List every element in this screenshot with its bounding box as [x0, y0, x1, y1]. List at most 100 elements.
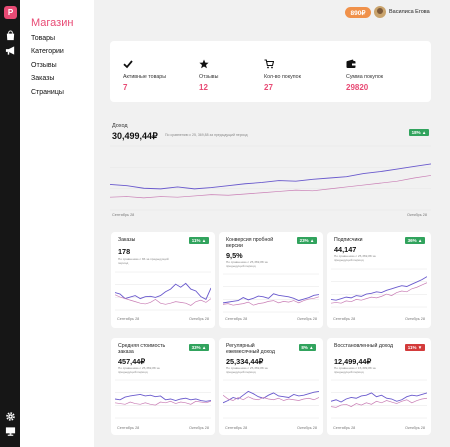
- bag-icon[interactable]: [5, 30, 16, 41]
- revenue-value: 30,499,44₽: [112, 131, 158, 141]
- card-comparison: По сравнению с 86 за предыдущий период: [118, 257, 169, 265]
- checkmark-icon: [123, 60, 133, 69]
- card-value: 44,147: [334, 245, 357, 254]
- revenue-growth-badge: 18% ▲: [409, 129, 429, 136]
- revenue-chart: Доход 30,499,44₽ По сравнению с 25, 369,…: [110, 122, 431, 222]
- card-value: 9,5%: [226, 251, 243, 260]
- card-title: Средняя стоимость заказа: [118, 343, 166, 355]
- stat-label: Сумма покупок: [346, 74, 384, 80]
- series-line-current: [223, 391, 319, 402]
- stat-value: 27: [264, 83, 273, 92]
- stat-label: Отзывы: [199, 74, 219, 80]
- card-average-order: Средняя стоимость заказа 457,44₽ По срав…: [111, 338, 215, 435]
- card-title: Заказы: [118, 237, 136, 243]
- revenue-line-chart: [110, 145, 431, 211]
- series-line-current: [110, 164, 431, 189]
- card-title: Регулярный ежемесячный доход: [226, 343, 275, 355]
- icon-rail: P: [0, 0, 20, 447]
- stat-purchase-count: Кол-во покупок 27: [264, 59, 324, 92]
- gear-icon[interactable]: [5, 411, 16, 422]
- series-line-previous: [115, 401, 211, 405]
- stat-value: 7: [123, 83, 128, 92]
- stat-value: 29820: [346, 83, 369, 92]
- revenue-label: Доход: [112, 123, 128, 129]
- sidebar-item-reviews[interactable]: Отзывы: [31, 62, 64, 69]
- stat-purchase-sum: Сумма покупок 29820: [346, 59, 406, 92]
- store-title: Магазин: [31, 17, 74, 29]
- x-tick-end: Октябрь 28: [189, 317, 209, 321]
- card-growth-badge: 23% ▲: [297, 237, 317, 244]
- series-line-current: [331, 393, 427, 402]
- card-value: 457,44₽: [118, 357, 145, 366]
- monitor-icon[interactable]: [5, 426, 16, 437]
- card-growth-badge: 33% ▲: [189, 344, 209, 351]
- x-tick-end: Октябрь 28: [407, 213, 427, 217]
- card-value: 25,334,44₽: [226, 357, 264, 366]
- wallet-icon: [346, 59, 356, 68]
- x-tick-start: Сентябрь 28: [117, 426, 140, 430]
- x-tick-end: Октябрь 28: [297, 317, 317, 321]
- star-icon: [199, 59, 209, 69]
- series-line-previous: [331, 283, 427, 304]
- app-logo[interactable]: P: [4, 6, 17, 19]
- card-orders: Заказы 178 По сравнению с 86 за предыдущ…: [111, 232, 215, 328]
- card-comparison: По сравнению с 15,309,88 за предыдущий п…: [334, 366, 376, 374]
- card-growth-badge: 36% ▲: [405, 237, 425, 244]
- card-value: 178: [118, 247, 131, 256]
- x-tick-start: Сентябрь 28: [225, 317, 248, 321]
- x-tick-start: Сентябрь 28: [117, 317, 140, 321]
- series-line-previous: [115, 295, 211, 306]
- stat-reviews: Отзывы 12: [199, 59, 259, 92]
- cart-icon: [264, 59, 274, 69]
- series-line-current: [115, 394, 211, 401]
- x-tick-start: Сентябрь 28: [112, 213, 135, 217]
- card-recurring-revenue: Регулярный ежемесячный доход 25,334,44₽ …: [219, 338, 323, 435]
- card-comparison: По сравнению с 25,369,88 за предыдущий п…: [118, 366, 160, 374]
- stat-active-products: Активные товары 7: [123, 59, 183, 92]
- sidebar-item-orders[interactable]: Заказы: [31, 75, 64, 82]
- stat-label: Активные товары: [123, 74, 167, 80]
- balance-pill[interactable]: 890₽: [345, 7, 371, 18]
- card-trial-conversion: Конверсия пробной версии 9,5% По сравнен…: [219, 232, 323, 328]
- card-comparison: По сравнению с 25,369,88 за предыдущий п…: [226, 260, 268, 268]
- card-title: Конверсия пробной версии: [226, 237, 274, 249]
- x-tick-end: Октябрь 28: [405, 317, 425, 321]
- stat-label: Кол-во покупок: [264, 74, 301, 80]
- series-line-previous: [223, 395, 319, 400]
- card-title: Подписчики: [334, 237, 363, 243]
- x-tick-end: Октябрь 28: [405, 426, 425, 430]
- x-tick-end: Октябрь 28: [297, 426, 317, 430]
- stat-value: 12: [199, 83, 208, 92]
- sidebar-nav: Товары Категории Отзывы Заказы Страницы: [31, 35, 64, 102]
- x-tick-start: Сентябрь 28: [333, 426, 356, 430]
- series-line-current: [223, 294, 319, 303]
- sidebar-item-pages[interactable]: Страницы: [31, 89, 64, 96]
- card-decline-badge: 11% ▼: [405, 344, 425, 351]
- card-title: Восстановленный доход: [334, 343, 394, 349]
- sidebar-item-categories[interactable]: Категории: [31, 48, 64, 55]
- username[interactable]: Василиса Егова: [389, 9, 430, 15]
- card-comparison: По сравнению с 25,369,88 за предыдущий п…: [334, 254, 376, 262]
- subscribers-line-chart: [331, 268, 427, 308]
- card-comparison: По сравнению с 25,369,88 за предыдущий п…: [226, 366, 268, 374]
- average-order-line-chart: [115, 379, 211, 419]
- series-line-current: [115, 283, 211, 299]
- recurring-revenue-line-chart: [223, 379, 319, 419]
- card-value: 12,499,44₽: [334, 357, 372, 366]
- sidebar: Магазин Товары Категории Отзывы Заказы С…: [20, 0, 94, 447]
- megaphone-icon[interactable]: [5, 45, 16, 56]
- card-subscribers: Подписчики 44,147 По сравнению с 25,369,…: [327, 232, 431, 328]
- stats-card: Активные товары 7 Отзывы 12 Кол-во покуп…: [110, 41, 431, 102]
- card-recovered-revenue: Восстановленный доход 12,499,44₽ По срав…: [327, 338, 431, 435]
- x-tick-start: Сентябрь 28: [225, 426, 248, 430]
- recovered-revenue-line-chart: [331, 379, 427, 419]
- x-tick-end: Октябрь 28: [189, 426, 209, 430]
- conversion-line-chart: [223, 273, 319, 313]
- x-tick-start: Сентябрь 28: [333, 317, 356, 321]
- card-growth-badge: 11% ▲: [189, 237, 209, 244]
- avatar[interactable]: [374, 6, 386, 18]
- card-growth-badge: 8% ▲: [299, 344, 316, 351]
- revenue-comparison: По сравнению с 25, 369,88 за предыдущий …: [165, 133, 248, 137]
- orders-line-chart: [115, 271, 211, 311]
- sidebar-item-products[interactable]: Товары: [31, 35, 64, 42]
